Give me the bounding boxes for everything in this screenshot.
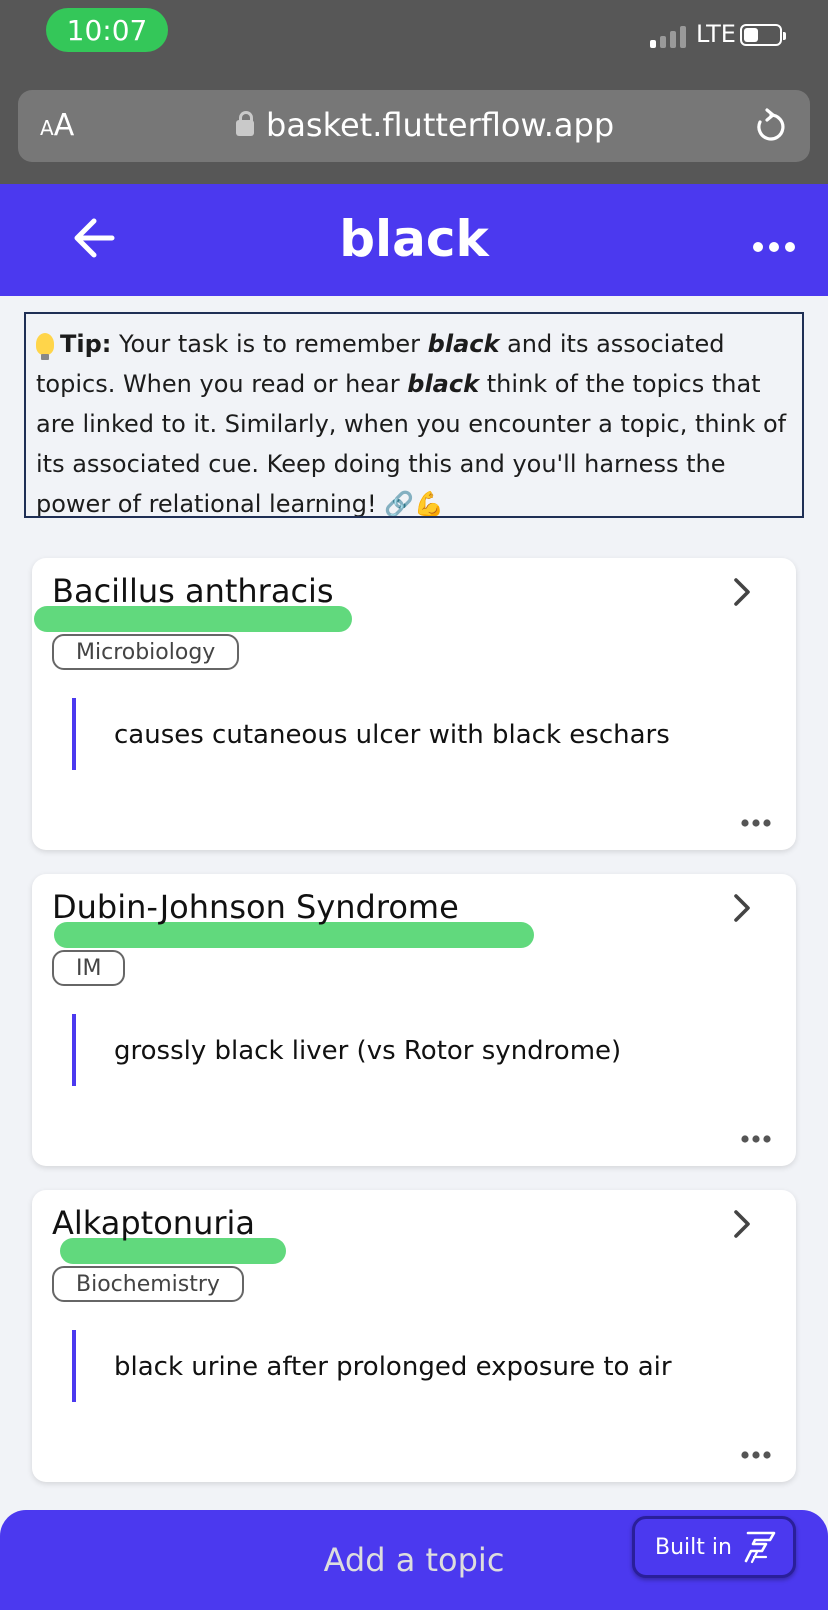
- category-tag: IM: [52, 950, 126, 986]
- lightbulb-icon: [36, 333, 54, 360]
- topic-description: causes cutaneous ulcer with black eschar…: [114, 720, 670, 750]
- built-in-flutterflow-badge[interactable]: Built in: [632, 1516, 796, 1578]
- browser-chrome: AA basket.flutterflow.app: [0, 80, 828, 184]
- flutterflow-logo-icon: [744, 1531, 776, 1564]
- category-tag: Biochemistry: [52, 1266, 244, 1302]
- category-tag: Microbiology: [52, 634, 240, 670]
- url-text[interactable]: basket.flutterflow.app: [266, 106, 614, 144]
- lock-icon: [236, 111, 254, 136]
- quote-bar: [72, 1330, 76, 1402]
- text-size-button[interactable]: AA: [40, 108, 74, 143]
- topic-description: black urine after prolonged exposure to …: [114, 1352, 672, 1382]
- tip-text: Tip: Your task is to remember black and …: [36, 330, 787, 518]
- more-options-icon[interactable]: [740, 809, 772, 834]
- tip-box: Tip: Your task is to remember black and …: [24, 312, 804, 518]
- topic-title: Dubin-Johnson Syndrome: [52, 888, 459, 926]
- topic-description: grossly black liver (vs Rotor syndrome): [114, 1036, 622, 1066]
- topic-title: Bacillus anthracis: [52, 572, 334, 610]
- built-in-label: Built in: [655, 1534, 732, 1560]
- signal-icon: [650, 24, 686, 48]
- quote-bar: [72, 1014, 76, 1086]
- quote-bar: [72, 698, 76, 770]
- emoji-icons: 🔗💪: [384, 490, 444, 518]
- topic-title: Alkaptonuria: [52, 1204, 256, 1242]
- network-label: LTE: [696, 20, 736, 48]
- more-options-icon[interactable]: [740, 1125, 772, 1150]
- topic-card[interactable]: Alkaptonuria Biochemistry black urine af…: [32, 1190, 796, 1482]
- app-bar: black: [0, 184, 828, 296]
- reload-icon[interactable]: [754, 108, 788, 155]
- chevron-right-icon[interactable]: [724, 1204, 760, 1244]
- more-options-icon[interactable]: [740, 1441, 772, 1466]
- status-time: 10:07: [46, 8, 168, 52]
- chevron-right-icon[interactable]: [724, 572, 760, 612]
- more-menu-icon[interactable]: [752, 224, 796, 264]
- topic-card[interactable]: Dubin-Johnson Syndrome IM grossly black …: [32, 874, 796, 1166]
- page-title: black: [339, 210, 489, 268]
- status-bar: 10:07 LTE: [0, 0, 828, 80]
- chevron-right-icon[interactable]: [724, 888, 760, 928]
- url-bar[interactable]: AA basket.flutterflow.app: [18, 90, 810, 162]
- battery-icon: [740, 24, 786, 46]
- topic-card[interactable]: Bacillus anthracis Microbiology causes c…: [32, 558, 796, 850]
